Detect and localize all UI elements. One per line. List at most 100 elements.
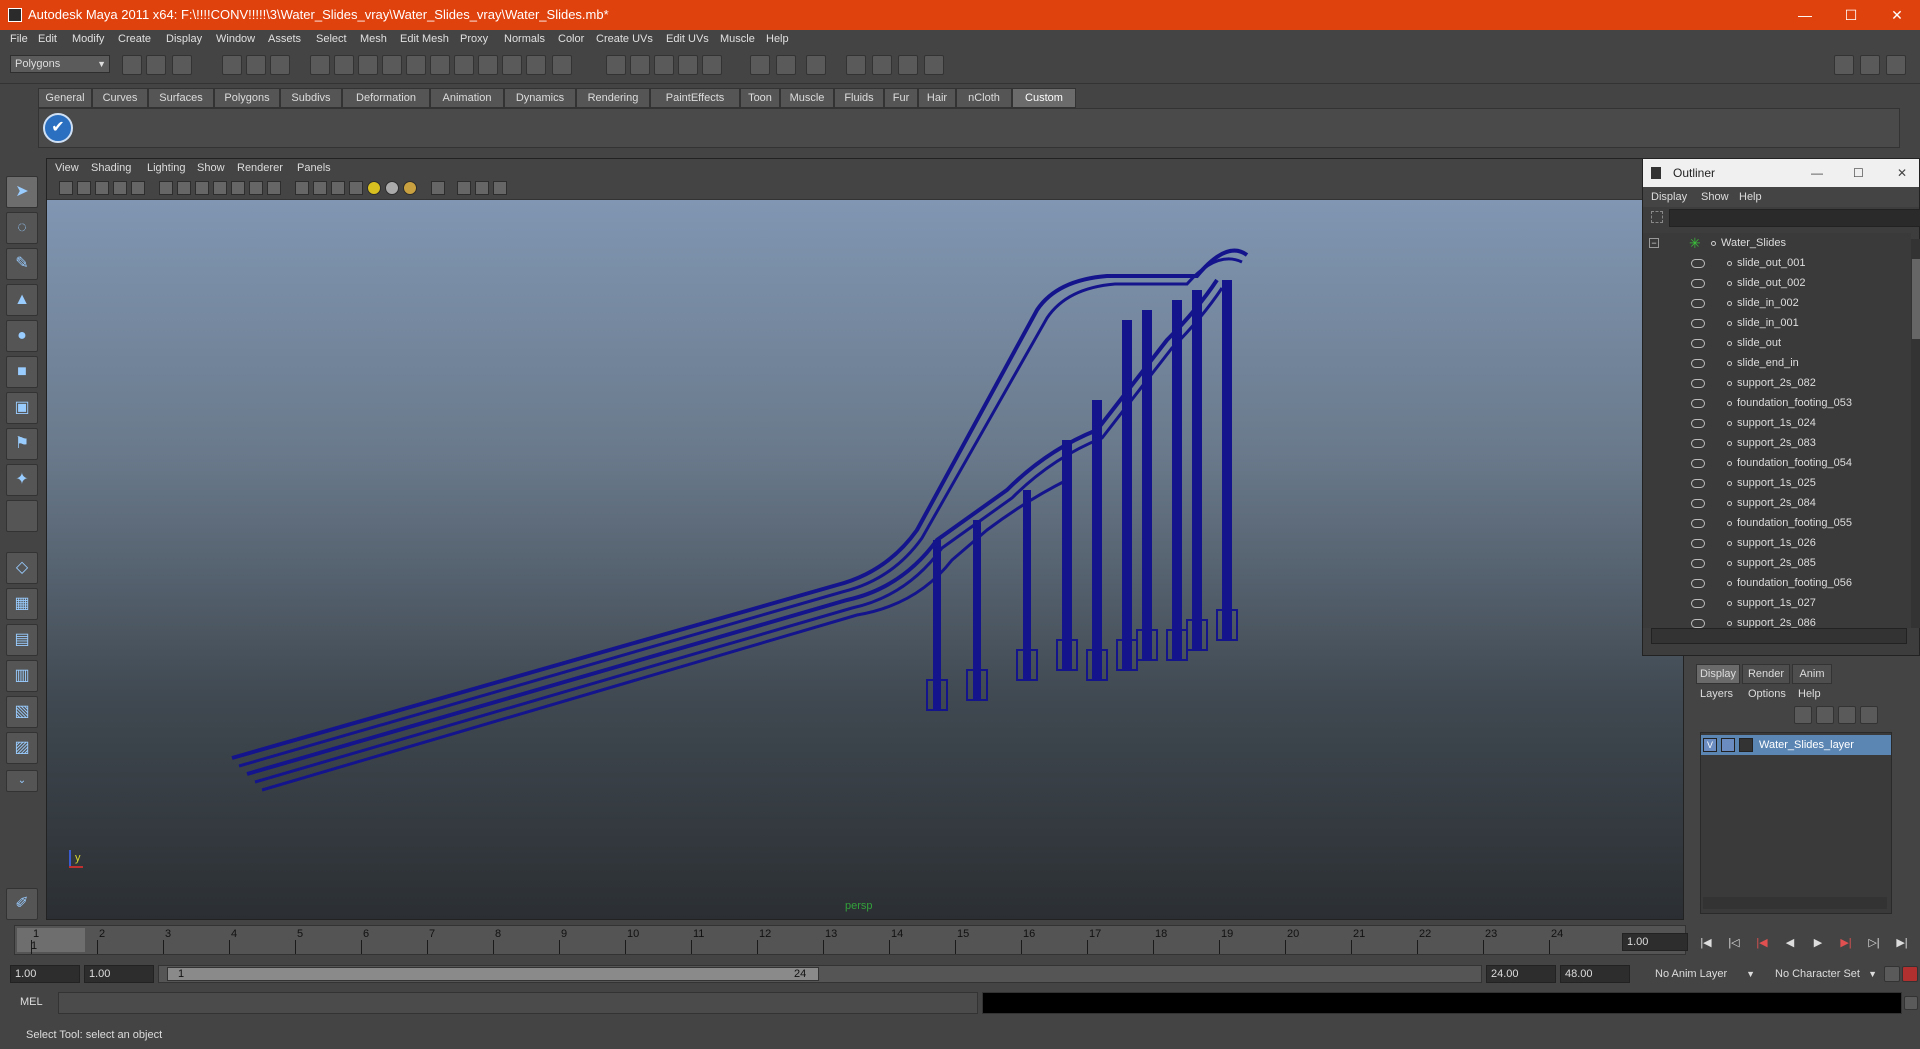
menu-window[interactable]: Window [216,33,255,45]
new-scene-icon[interactable] [122,55,142,75]
rotate-tool-icon[interactable]: ● [6,320,38,352]
collapse-icon[interactable]: − [1649,238,1659,248]
viewport-scene[interactable]: y persp [47,200,1683,919]
safe-title-icon[interactable] [267,181,281,195]
character-set-selector[interactable]: No Character Set ▼ [1770,965,1882,983]
hypershade-layout-icon[interactable]: ▧ [6,696,38,728]
outliner-row[interactable]: support_2s_084 [1643,493,1911,513]
save-scene-icon[interactable] [172,55,192,75]
default-lighting-icon[interactable] [367,181,381,195]
layer-menu-options[interactable]: Options [1748,688,1786,700]
anim-layer-selector[interactable]: No Anim Layer ▼ [1650,965,1760,983]
ipr-render-icon[interactable] [872,55,892,75]
mask-dynamics-icon[interactable] [454,55,474,75]
history-icon[interactable] [750,55,770,75]
all-lights-icon[interactable] [385,181,399,195]
wireframe-on-shaded-icon[interactable] [331,181,345,195]
range-slider[interactable]: 1 24 [158,965,1482,983]
outliner-tree[interactable]: − ✳ Water_Slides slide_out_001 slide_out… [1643,233,1911,628]
construction-history-icon[interactable] [776,55,796,75]
menu-modify[interactable]: Modify [72,33,104,45]
menu-set-selector[interactable]: Polygons ▼ [10,55,110,73]
outliner-row[interactable]: support_2s_083 [1643,433,1911,453]
menu-edit-uvs[interactable]: Edit UVs [666,33,709,45]
menu-display[interactable]: Display [166,33,202,45]
x-ray-icon[interactable] [457,181,471,195]
smooth-shading-icon[interactable] [313,181,327,195]
four-view-layout-icon[interactable]: ▦ [6,588,38,620]
play-backwards-icon[interactable]: ◀ [1780,934,1800,952]
hypershade-icon[interactable] [924,55,944,75]
step-back-frame-icon[interactable]: |◁ [1724,934,1744,952]
menu-help[interactable]: Help [766,33,789,45]
viewport-menu-panels[interactable]: Panels [297,162,331,174]
script-editor-shortcut-icon[interactable] [1904,996,1918,1010]
layer-tab-anim[interactable]: Anim [1792,664,1832,684]
outliner-vscroll-thumb[interactable] [1912,259,1920,339]
safe-action-icon[interactable] [249,181,263,195]
mask-surfaces-icon[interactable] [406,55,426,75]
auto-key-icon[interactable] [1884,966,1900,982]
checkmark-icon[interactable]: ✔ [43,113,73,143]
selection-mask-icon[interactable] [310,55,330,75]
outliner-menu-help[interactable]: Help [1739,191,1762,203]
move-layer-down-icon[interactable] [1816,706,1834,724]
single-perspective-layout-icon[interactable]: ◇ [6,552,38,584]
outliner-vertical-scrollbar[interactable] [1911,239,1920,628]
layer-menu-layers[interactable]: Layers [1700,688,1733,700]
shelf-tab-painteffects[interactable]: PaintEffects [650,88,740,108]
outliner-root-row[interactable]: − ✳ Water_Slides [1643,233,1911,253]
maximize-button[interactable]: ☐ [1828,0,1874,30]
outliner-minimize-button[interactable]: — [1811,159,1823,187]
shelf-tab-general[interactable]: General [38,88,92,108]
layer-color-swatch[interactable] [1739,738,1753,752]
camera-attributes-icon[interactable] [77,181,91,195]
playback-start-field[interactable]: 1.00 [84,965,154,983]
layer-row[interactable]: V Water_Slides_layer [1701,735,1891,755]
animation-preferences-icon[interactable] [1902,966,1918,982]
outliner-row[interactable]: support_1s_027 [1643,593,1911,613]
outliner-row[interactable]: slide_in_002 [1643,293,1911,313]
shelf-tab-polygons[interactable]: Polygons [214,88,280,108]
shelf-tab-rendering[interactable]: Rendering [576,88,650,108]
render-current-frame-icon[interactable] [846,55,866,75]
viewport-menu-shading[interactable]: Shading [91,162,131,174]
outliner-row[interactable]: slide_in_001 [1643,313,1911,333]
shelf-tab-fur[interactable]: Fur [884,88,918,108]
select-tool-icon[interactable]: ➤ [6,176,38,208]
outliner-row[interactable]: slide_out_001 [1643,253,1911,273]
shelf-tab-custom[interactable]: Custom [1012,88,1076,108]
menu-normals[interactable]: Normals [504,33,545,45]
menu-edit[interactable]: Edit [38,33,57,45]
menu-create-uvs[interactable]: Create UVs [596,33,653,45]
bookmark-icon[interactable] [95,181,109,195]
outliner-row[interactable]: foundation_footing_054 [1643,453,1911,473]
shelf-tab-hair[interactable]: Hair [918,88,956,108]
outliner-maximize-button[interactable]: ☐ [1853,159,1864,187]
close-button[interactable]: ✕ [1874,0,1920,30]
range-slider-handle[interactable]: 1 24 [167,967,819,981]
film-gate-icon[interactable] [177,181,191,195]
go-to-start-icon[interactable]: |◀ [1696,934,1716,952]
command-language-label[interactable]: MEL [20,996,43,1008]
image-plane-icon[interactable] [113,181,127,195]
render-view-icon[interactable] [806,55,826,75]
outliner-row[interactable]: support_2s_086 [1643,613,1911,628]
x-ray-joints-icon[interactable] [475,181,489,195]
isolate-select-icon[interactable] [431,181,445,195]
animation-start-field[interactable]: 1.00 [10,965,80,983]
shelf-tab-animation[interactable]: Animation [430,88,504,108]
outliner-filter-input[interactable] [1669,209,1920,227]
scale-tool-icon[interactable]: ■ [6,356,38,388]
open-scene-icon[interactable] [146,55,166,75]
play-forwards-icon[interactable]: ▶ [1808,934,1828,952]
perspective-outliner-layout-icon[interactable]: ▤ [6,624,38,656]
viewport-menu-renderer[interactable]: Renderer [237,162,283,174]
outliner-close-button[interactable]: ✕ [1897,159,1907,187]
shelf-tab-muscle[interactable]: Muscle [780,88,834,108]
outliner-row[interactable]: foundation_footing_053 [1643,393,1911,413]
time-slider[interactable]: 1 1 2 3 4 5 6 7 8 9 10 11 12 13 14 15 16… [14,925,1686,955]
playback-end-field[interactable]: 24.00 [1486,965,1556,983]
shelf-tab-subdivs[interactable]: Subdivs [280,88,342,108]
layer-tab-display[interactable]: Display [1696,664,1740,684]
